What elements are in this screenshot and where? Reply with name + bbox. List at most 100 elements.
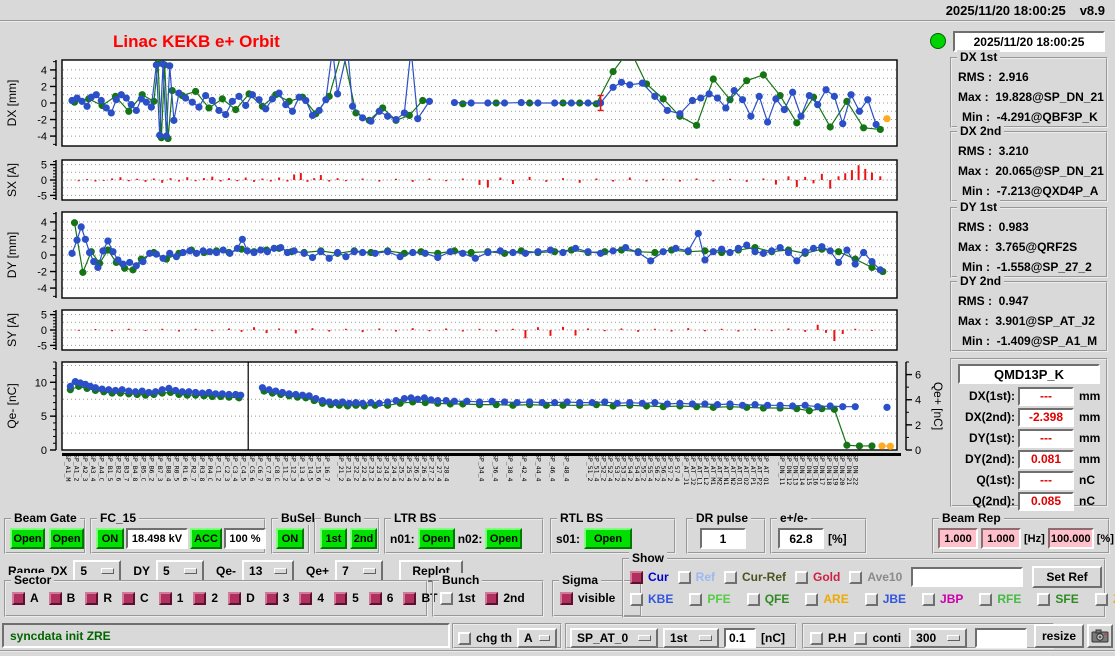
- svg-text:-2: -2: [37, 115, 47, 127]
- checkbox-label: QFE: [764, 592, 790, 606]
- show-checkbox-ref[interactable]: Ref: [677, 570, 716, 584]
- checkbox-label: 1: [176, 591, 184, 605]
- bunch-select-dropdown[interactable]: 1st: [663, 628, 719, 648]
- sector-checkbox-6[interactable]: 6: [368, 591, 394, 605]
- svg-text:SP_44_4: SP_44_4: [534, 454, 542, 481]
- checkbox-label: PFE: [707, 592, 731, 606]
- beam-gate-group: Beam Gate Open Open: [4, 511, 86, 554]
- bunch-checkbox-1st[interactable]: 1st: [440, 591, 475, 605]
- conti-checkbox[interactable]: conti: [854, 631, 901, 645]
- bunch-2nd-button[interactable]: 2nd: [350, 528, 377, 549]
- show-checkbox-jbe[interactable]: JBE: [864, 592, 906, 606]
- sector-checkbox-5[interactable]: 5: [334, 591, 359, 605]
- sector-checkbox-d[interactable]: D: [228, 591, 255, 605]
- svg-text:-4: -4: [37, 283, 47, 295]
- range-dy-dropdown[interactable]: 5: [156, 560, 205, 582]
- svg-text:5: 5: [41, 160, 47, 172]
- bunch-checkbox-2nd[interactable]: 2nd: [485, 591, 525, 605]
- show-checkbox-zre[interactable]: ZRE: [1094, 592, 1115, 606]
- checkbox-label: 2: [211, 591, 219, 605]
- show-checkbox-cur[interactable]: Cur: [630, 570, 669, 584]
- timestamp-display: 2025/11/20 18:00:25: [953, 31, 1105, 52]
- show-checkbox-jbp[interactable]: JBP: [922, 592, 963, 606]
- beam-gate-open-2[interactable]: Open: [49, 528, 84, 549]
- checkbox-label: Ref: [695, 570, 716, 584]
- checkbox-indicator: [922, 592, 936, 606]
- show-checkbox-kbe[interactable]: KBE: [630, 592, 673, 606]
- range-qem-dropdown[interactable]: 13: [242, 560, 295, 582]
- checkbox-indicator: [122, 591, 136, 605]
- fc15-kv-field[interactable]: 18.498 kV: [126, 528, 188, 549]
- show-checkbox-cur-ref[interactable]: Cur-Ref: [724, 570, 786, 584]
- fc15-percent-field[interactable]: 100 %: [224, 528, 266, 549]
- show-checkbox-pfe[interactable]: PFE: [689, 592, 731, 606]
- dr-pulse-field[interactable]: 1: [700, 528, 746, 549]
- threshold-field[interactable]: 0.1: [724, 628, 756, 648]
- range-qep-dropdown[interactable]: 7: [335, 560, 384, 582]
- sector-a-dropdown[interactable]: A: [517, 628, 557, 648]
- rtl-s01-open-button[interactable]: Open: [584, 528, 633, 549]
- ltr-n02-open-button[interactable]: Open: [485, 528, 523, 549]
- resize-button[interactable]: resize: [1034, 624, 1084, 648]
- sector-checkbox-a[interactable]: A: [12, 591, 39, 605]
- svg-text:SP_48_4: SP_48_4: [563, 454, 571, 481]
- monitor-row: DX(1st): --- mm: [956, 386, 1102, 406]
- sector-checkbox-c[interactable]: C: [122, 591, 149, 605]
- epe-unit-label: [%]: [828, 531, 847, 546]
- svg-text:SP_42_4: SP_42_4: [520, 454, 528, 481]
- svg-text:SP_C2_3: SP_C2_3: [223, 454, 231, 481]
- show-checkbox-are[interactable]: ARE: [805, 592, 849, 606]
- show-checkbox-sfe[interactable]: SFE: [1037, 592, 1079, 606]
- checkbox-label: 3: [282, 591, 290, 605]
- chg-th-checkbox[interactable]: chg th: [458, 631, 512, 645]
- interval-dropdown[interactable]: 300: [909, 628, 968, 648]
- screenshot-button[interactable]: [1087, 624, 1113, 648]
- sector-checkbox-3[interactable]: 3: [264, 591, 290, 605]
- range-dx-dropdown[interactable]: 5: [73, 560, 122, 582]
- checkbox-indicator: [368, 591, 382, 605]
- sector-checkbox-1[interactable]: 1: [158, 591, 184, 605]
- sector-checkbox-4[interactable]: 4: [299, 591, 324, 605]
- monitor-row: DY(1st): --- mm: [956, 428, 1102, 448]
- bunch-1st-button[interactable]: 1st: [320, 528, 347, 549]
- dropdown-indicator-icon: [538, 635, 550, 641]
- dropdown-indicator-icon: [699, 635, 712, 641]
- checkbox-indicator: [849, 570, 863, 584]
- set-ref-button[interactable]: Set Ref: [1032, 566, 1102, 588]
- fc15-on-button[interactable]: ON: [96, 528, 124, 549]
- monitor-row: DY(2nd): 0.081 mm: [956, 449, 1102, 469]
- svg-text:0: 0: [41, 98, 47, 110]
- checkbox-label: KBE: [648, 592, 674, 606]
- svg-text:SP_14_5: SP_14_5: [306, 454, 314, 481]
- beam-gate-open-1[interactable]: Open: [10, 528, 45, 549]
- sector-checkbox-b[interactable]: B: [48, 591, 75, 605]
- interval-entry[interactable]: [975, 628, 1028, 648]
- svg-text:SP_B5_C: SP_B5_C: [139, 454, 147, 481]
- busel-on-button[interactable]: ON: [276, 528, 304, 549]
- sector-checkbox-r[interactable]: R: [85, 591, 112, 605]
- camera-icon: [1091, 629, 1109, 643]
- show-checkbox-ave10[interactable]: Ave10: [849, 570, 902, 584]
- sector-checkbox-2[interactable]: 2: [193, 591, 218, 605]
- ltr-n01-open-button[interactable]: Open: [417, 528, 455, 549]
- svg-text:SP_46_4: SP_46_4: [548, 454, 556, 481]
- show-checkbox-gold[interactable]: Gold: [795, 570, 840, 584]
- epe-ratio-field[interactable]: 62.8: [778, 528, 824, 549]
- checkbox-label: 6: [386, 591, 394, 605]
- checkbox-indicator: [1094, 592, 1108, 606]
- ph-checkbox[interactable]: P.H: [810, 631, 846, 645]
- fc15-acc-button[interactable]: ACC: [190, 528, 222, 549]
- bpm-name-field[interactable]: QMD13P_K: [958, 364, 1100, 384]
- show-checkbox-qfe[interactable]: QFE: [746, 592, 790, 606]
- status-led: [930, 33, 946, 49]
- page-title: Linac KEKB e+ Orbit: [113, 32, 280, 51]
- dropdown-indicator-icon: [184, 568, 198, 574]
- show-checkbox-rfe[interactable]: RFE: [979, 592, 1021, 606]
- svg-text:SP_B2_6: SP_B2_6: [114, 454, 122, 481]
- title-bar: 2025/11/20 18:00:25 v8.9: [0, 0, 1115, 22]
- range-dy-label: DY: [133, 564, 151, 578]
- ref-name-input[interactable]: [911, 567, 1023, 587]
- checkbox-label: A: [30, 591, 39, 605]
- bpm-select-dropdown[interactable]: SP_AT_0: [570, 628, 658, 648]
- sigma-checkbox-visible[interactable]: visible: [560, 591, 615, 605]
